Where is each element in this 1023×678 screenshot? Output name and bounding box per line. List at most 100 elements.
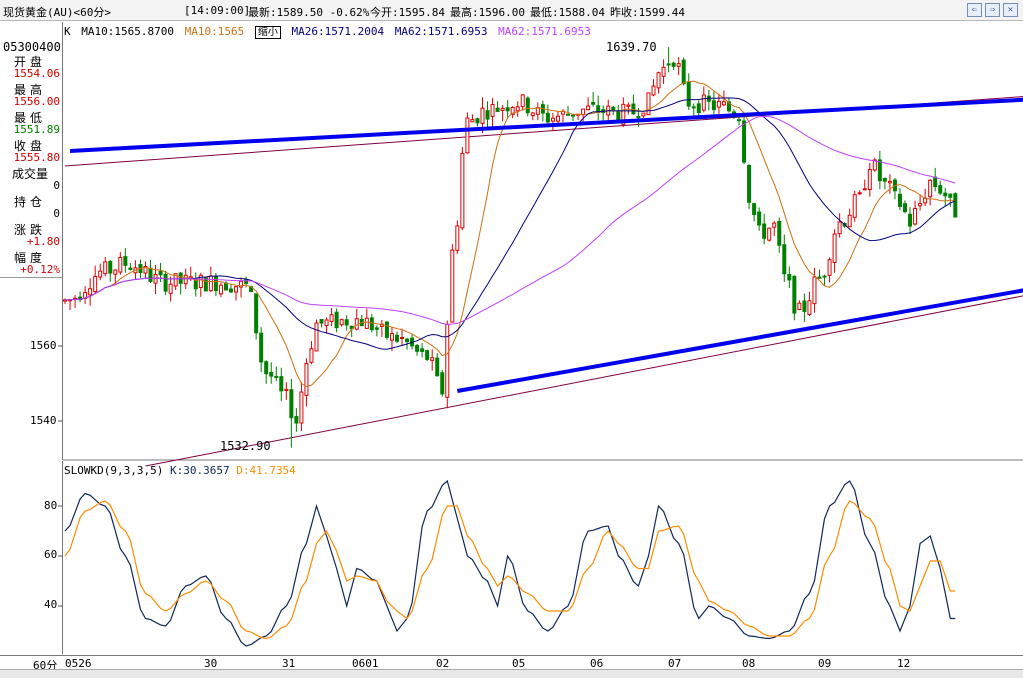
candle-up [364, 317, 369, 329]
candle-down [405, 338, 410, 343]
candle-up [535, 107, 540, 115]
candle-up [389, 333, 394, 341]
candle-up [299, 391, 304, 424]
candle-up [676, 63, 681, 67]
candle-up [218, 284, 223, 295]
candle-down [374, 327, 379, 330]
candle-down [274, 375, 279, 378]
candle-down [384, 321, 389, 338]
candle-up [500, 107, 505, 111]
candle-down [485, 110, 490, 120]
candle-down [616, 110, 621, 122]
candle-up [530, 112, 535, 117]
ma26-line [64, 97, 956, 350]
candle-up [767, 227, 772, 241]
candle-down [369, 317, 374, 331]
candle-down [882, 178, 887, 182]
candle-up [772, 222, 777, 228]
candle-down [696, 103, 701, 114]
candle-up [852, 194, 857, 218]
trend-arrows [69, 97, 1023, 393]
candle-down [686, 81, 691, 107]
candle-up [656, 72, 661, 89]
candle-down [908, 213, 913, 227]
candle-down [691, 106, 696, 109]
candle-up [827, 259, 832, 276]
candle-up [339, 319, 344, 326]
candle-down [737, 119, 742, 122]
candle-down [681, 59, 686, 85]
candle-down [747, 164, 752, 203]
candle-down [264, 361, 269, 375]
candle-down [817, 276, 822, 279]
high-annotation: 1639.70 [606, 40, 657, 54]
candle-up [867, 168, 872, 190]
candle-down [420, 348, 425, 352]
candle-down [591, 101, 596, 105]
candle-up [445, 323, 450, 398]
candle-up [721, 101, 726, 106]
candle-up [913, 207, 918, 225]
candle-up [928, 179, 933, 198]
candle-down [566, 113, 570, 116]
candle-up [887, 180, 892, 184]
candle-up [641, 112, 646, 117]
candle-up [88, 288, 93, 296]
candle-up [103, 261, 108, 275]
candle-down [123, 256, 128, 266]
candle-down [495, 107, 500, 112]
candle-down [334, 311, 339, 329]
candle-down [822, 275, 827, 278]
candle-down [636, 116, 641, 119]
candle-up [400, 337, 405, 340]
candle-up [234, 286, 239, 293]
candle-up [847, 214, 852, 228]
candle-down [762, 223, 767, 239]
price-chart[interactable] [0, 0, 1023, 677]
candle-up [309, 348, 314, 363]
candle-up [918, 202, 923, 207]
candle-down [742, 120, 747, 163]
trend-arrow-line [456, 288, 1023, 393]
candle-down [279, 376, 284, 392]
candle-up [661, 66, 666, 77]
ma62-line [64, 116, 956, 325]
candle-down [571, 114, 576, 117]
candle-up [550, 117, 555, 122]
candle-down [711, 100, 716, 111]
low-annotation: 1532.90 [220, 439, 271, 453]
candle-down [505, 107, 510, 112]
candle-up [168, 283, 173, 294]
candle-down [757, 211, 762, 226]
candle-up [862, 188, 867, 191]
candle-down [938, 185, 943, 194]
candle-up [807, 300, 812, 315]
candle-up [284, 388, 289, 392]
kd-k-line [64, 479, 956, 647]
candle-up [113, 269, 118, 275]
candle-up [208, 275, 213, 292]
candle-up [701, 94, 706, 111]
candle-up [626, 104, 631, 107]
candle-down [259, 332, 264, 363]
candle-down [193, 279, 198, 290]
candle-down [415, 344, 420, 352]
candle-up [324, 319, 329, 326]
candle-down [158, 270, 163, 276]
candle-down [394, 334, 399, 342]
candle-up [118, 256, 123, 273]
candle-up [314, 322, 319, 352]
candle-down [877, 159, 882, 182]
candle-down [802, 300, 807, 312]
candle-up [465, 117, 470, 154]
candle-up [329, 314, 334, 322]
candle-down [228, 288, 233, 293]
candle-up [716, 100, 721, 108]
trend-arrow-line [69, 97, 1023, 153]
candle-up [183, 274, 188, 285]
x-axis: 60分 0526 30 31 0601 02 05 06 07 08 09 12 [0, 655, 1023, 672]
candle-up [304, 362, 309, 396]
candle-down [787, 274, 792, 281]
candle-up [455, 225, 460, 251]
candle-down [435, 357, 440, 377]
